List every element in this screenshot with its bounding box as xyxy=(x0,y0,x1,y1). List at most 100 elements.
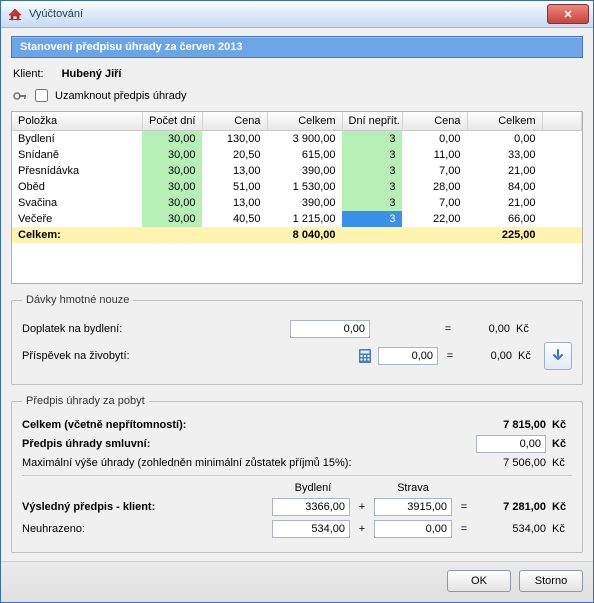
unpaid-label: Neuhrazeno: xyxy=(22,523,85,535)
cell-total: 1 530,00 xyxy=(267,179,342,195)
cell-price: 20,50 xyxy=(202,147,267,163)
plus-sign: + xyxy=(356,501,368,513)
currency-label: Kč xyxy=(552,501,572,513)
table-row[interactable]: Snídaně30,0020,50615,00311,0033,00 xyxy=(12,147,582,163)
cell-item: Přesnídávka xyxy=(12,163,142,179)
housing-supplement-input[interactable] xyxy=(290,320,370,338)
cell-absence-price: 0,00 xyxy=(402,131,467,148)
close-button[interactable]: ✕ xyxy=(547,4,589,24)
grid-header[interactable]: Cena xyxy=(202,112,267,131)
divider xyxy=(22,475,572,476)
table-row[interactable]: Večeře30,0040,501 215,00322,0066,00 xyxy=(12,211,582,227)
cell-item: Večeře xyxy=(12,211,142,227)
housing-supplement-label: Doplatek na bydlení: xyxy=(22,323,192,335)
contractual-prescription-input[interactable] xyxy=(476,435,546,453)
final-prescription-label: Výsledný předpis - klient: xyxy=(22,501,155,513)
cell-absence-days[interactable]: 3 xyxy=(342,147,402,163)
grid-header[interactable]: Celkem xyxy=(267,112,342,131)
subsistence-allowance-output: 0,00 xyxy=(462,350,512,362)
equals-sign: = xyxy=(444,350,456,362)
housing-supplement-output: 0,00 xyxy=(460,323,510,335)
subsistence-allowance-label: Příspěvek na živobytí: xyxy=(22,350,192,362)
close-icon: ✕ xyxy=(563,8,572,21)
client-label: Klient: xyxy=(13,68,44,80)
cell-item: Bydlení xyxy=(12,131,142,148)
cell-price: 13,00 xyxy=(202,195,267,211)
cell-absence-total: 21,00 xyxy=(467,195,542,211)
dialog-window: Vyúčtování ✕ Stanovení předpisu úhrady z… xyxy=(0,0,594,603)
cell-days[interactable]: 30,00 xyxy=(142,195,202,211)
currency-label: Kč xyxy=(552,457,572,469)
cell-total: 390,00 xyxy=(267,195,342,211)
cell-days[interactable]: 30,00 xyxy=(142,163,202,179)
window-title: Vyúčtování xyxy=(29,8,547,20)
apply-down-button[interactable] xyxy=(544,342,572,370)
cell-absence-total: 0,00 xyxy=(467,131,542,148)
cell-absence-days[interactable]: 3 xyxy=(342,195,402,211)
lock-row: Uzamknout předpis úhrady xyxy=(11,86,583,111)
app-icon xyxy=(7,6,23,22)
cell-days[interactable]: 30,00 xyxy=(142,131,202,148)
cell-days[interactable]: 30,00 xyxy=(142,147,202,163)
cell-absence-price: 22,00 xyxy=(402,211,467,227)
cell-absence-price: 7,00 xyxy=(402,195,467,211)
currency-label: Kč xyxy=(552,523,572,535)
grid-header[interactable]: Celkem xyxy=(467,112,542,131)
table-row[interactable]: Přesnídávka30,0013,00390,0037,0021,00 xyxy=(12,163,582,179)
currency-label: Kč xyxy=(516,323,536,335)
cell-absence-days[interactable]: 3 xyxy=(342,211,402,227)
payment-prescription-legend: Předpis úhrady za pobyt xyxy=(22,395,149,407)
cell-price: 13,00 xyxy=(202,163,267,179)
payment-prescription-group: Předpis úhrady za pobyt Celkem (včetně n… xyxy=(11,395,583,553)
table-total-row: Celkem:8 040,00225,00 xyxy=(12,227,582,243)
cell-item: Snídaně xyxy=(12,147,142,163)
table-row[interactable]: Bydlení30,00130,003 900,0030,000,00 xyxy=(12,131,582,148)
grid-header[interactable]: Položka xyxy=(12,112,142,131)
cell-item: Oběd xyxy=(12,179,142,195)
cell-absence-days[interactable]: 3 xyxy=(342,163,402,179)
cell-absence-days[interactable]: 3 xyxy=(342,131,402,148)
unpaid-total-value: 534,00 xyxy=(476,523,546,535)
currency-label: Kč xyxy=(552,419,572,431)
table-row[interactable]: Svačina30,0013,00390,0037,0021,00 xyxy=(12,195,582,211)
client-row: Klient: Hubený Jiří xyxy=(11,58,583,86)
cell-days[interactable]: 30,00 xyxy=(142,211,202,227)
grid-header-spacer xyxy=(542,112,582,131)
grid-header[interactable]: Cena xyxy=(402,112,467,131)
grid-header[interactable]: Dní nepřít. xyxy=(342,112,402,131)
material-need-group: Dávky hmotné nouze Doplatek na bydlení: … xyxy=(11,294,583,385)
cell-total: 615,00 xyxy=(267,147,342,163)
cell-total: 1 215,00 xyxy=(267,211,342,227)
table-row[interactable]: Oběd30,0051,001 530,00328,0084,00 xyxy=(12,179,582,195)
lock-label: Uzamknout předpis úhrady xyxy=(55,90,186,102)
grid-header[interactable]: Počet dní xyxy=(142,112,202,131)
calculator-icon[interactable] xyxy=(358,349,372,363)
titlebar[interactable]: Vyúčtování ✕ xyxy=(1,1,593,28)
equals-sign: = xyxy=(458,523,470,535)
cancel-button[interactable]: Storno xyxy=(519,570,583,592)
total-incl-absence-label: Celkem (včetně nepřítomností): xyxy=(22,419,186,431)
cell-absence-days[interactable]: 3 xyxy=(342,179,402,195)
subsistence-allowance-input[interactable] xyxy=(378,347,438,365)
cell-item: Svačina xyxy=(12,195,142,211)
cell-price: 51,00 xyxy=(202,179,267,195)
cell-absence-price: 11,00 xyxy=(402,147,467,163)
final-housing-input[interactable] xyxy=(272,498,350,516)
total-sum: 8 040,00 xyxy=(267,227,342,243)
final-food-input[interactable] xyxy=(374,498,452,516)
cell-absence-price: 28,00 xyxy=(402,179,467,195)
equals-sign: = xyxy=(442,323,454,335)
currency-label: Kč xyxy=(518,350,538,362)
unpaid-housing-input[interactable] xyxy=(272,520,350,538)
items-grid[interactable]: Položka Počet dní Cena Celkem Dní nepřít… xyxy=(11,111,583,284)
cell-days[interactable]: 30,00 xyxy=(142,179,202,195)
unpaid-food-input[interactable] xyxy=(374,520,452,538)
cell-absence-total: 33,00 xyxy=(467,147,542,163)
ok-button[interactable]: OK xyxy=(447,570,511,592)
cell-absence-total: 21,00 xyxy=(467,163,542,179)
cell-absence-price: 7,00 xyxy=(402,163,467,179)
total-absence-sum: 225,00 xyxy=(467,227,542,243)
client-name: Hubený Jiří xyxy=(62,68,122,80)
cell-price: 40,50 xyxy=(202,211,267,227)
lock-checkbox[interactable] xyxy=(35,89,48,102)
